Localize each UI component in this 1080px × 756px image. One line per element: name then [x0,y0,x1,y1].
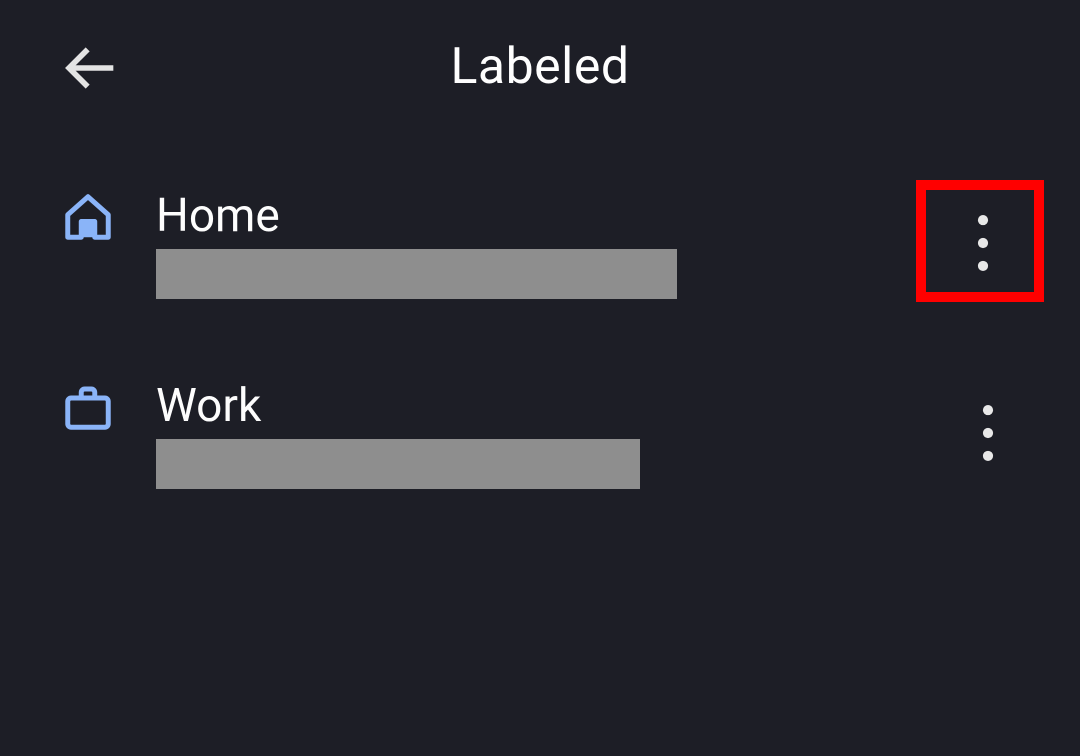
page-title: Labeled [450,38,629,96]
more-options-button[interactable] [958,395,1018,475]
list-item-home[interactable]: Home [0,175,1080,365]
arrow-left-icon [62,40,118,100]
redacted-address [156,439,640,489]
more-vertical-icon [981,405,995,465]
more-options-button[interactable] [953,205,1013,285]
list-item-label: Work [156,379,261,433]
back-button[interactable] [58,38,122,102]
header: Labeled [0,0,1080,130]
labeled-list: Home Work [0,175,1080,555]
home-icon [58,187,118,247]
briefcase-icon [58,377,118,437]
redacted-address [156,249,677,299]
more-vertical-icon [976,215,990,275]
list-item-label: Home [156,189,280,243]
list-item-work[interactable]: Work [0,365,1080,555]
